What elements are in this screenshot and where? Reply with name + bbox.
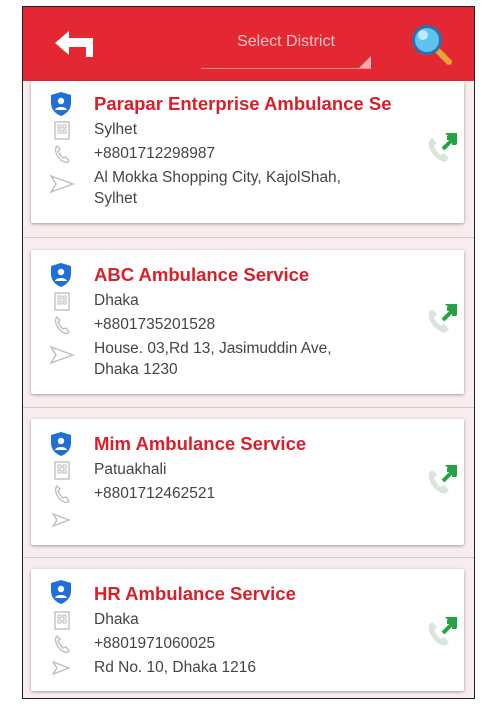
phone-text: +8801712462521: [94, 485, 216, 502]
list-divider: [23, 407, 474, 408]
dropdown-caret-icon: [359, 56, 371, 68]
phone-icon: [54, 145, 70, 164]
district-text: Sylhet: [94, 121, 138, 138]
shield-icon: [51, 432, 71, 456]
app-screen: Select District Parapar Enterprise Ambul…: [22, 6, 475, 699]
service-name: Mim Ambulance Service: [94, 433, 307, 454]
call-icon: [428, 465, 457, 494]
send-arrow-icon: [51, 512, 71, 528]
back-button[interactable]: [53, 23, 101, 63]
address-line: House. 03,Rd 13, Jasimuddin Ave,: [94, 340, 332, 357]
send-arrow-icon: [51, 660, 71, 676]
magnifier-icon: [412, 25, 452, 65]
district-text: Dhaka: [94, 292, 139, 309]
ambulance-card[interactable]: Mim Ambulance Service Patuakhali +880171…: [31, 419, 464, 545]
call-button[interactable]: [423, 611, 463, 651]
service-name: Parapar Enterprise Ambulance Se: [94, 93, 392, 114]
search-button[interactable]: [409, 22, 453, 66]
phone-icon: [54, 485, 70, 504]
address-line: Rd No. 10, Dhaka 1216: [94, 659, 256, 676]
call-icon: [428, 617, 457, 646]
call-button[interactable]: [423, 298, 463, 338]
address-line: Al Mokka Shopping City, KajolShah,: [94, 169, 341, 186]
send-arrow-icon: [49, 174, 75, 194]
address-line: Dhaka 1230: [94, 361, 178, 378]
address-line: Sylhet: [94, 190, 138, 207]
address-text: Rd No. 10, Dhaka 1216: [94, 657, 384, 678]
back-arrow-icon: [55, 31, 93, 57]
building-icon: [54, 461, 70, 480]
service-name: HR Ambulance Service: [94, 583, 296, 604]
call-button[interactable]: [423, 459, 463, 499]
building-icon: [54, 121, 70, 140]
service-name: ABC Ambulance Service: [94, 264, 310, 285]
building-icon: [54, 611, 70, 630]
list-divider: [23, 237, 474, 238]
list-divider: [23, 557, 474, 558]
district-text: Patuakhali: [94, 461, 167, 478]
shield-icon: [51, 580, 71, 604]
district-select[interactable]: Select District: [201, 25, 371, 73]
call-button[interactable]: [423, 127, 463, 167]
district-select-label: Select District: [237, 33, 335, 50]
toolbar: Select District: [23, 7, 474, 81]
building-icon: [54, 292, 70, 311]
send-arrow-icon: [49, 345, 75, 365]
phone-text: +8801735201528: [94, 316, 216, 333]
phone-icon: [54, 635, 70, 654]
call-icon: [428, 133, 457, 162]
district-text: Dhaka: [94, 611, 139, 628]
phone-icon: [54, 316, 70, 335]
call-icon: [428, 304, 457, 333]
ambulance-card[interactable]: HR Ambulance Service Dhaka +880197106002…: [31, 569, 464, 691]
phone-text: +8801712298987: [94, 145, 216, 162]
address-text: Al Mokka Shopping City, KajolShah, Sylhe…: [94, 167, 384, 209]
address-text: House. 03,Rd 13, Jasimuddin Ave, Dhaka 1…: [94, 338, 384, 380]
ambulance-card[interactable]: ABC Ambulance Service Dhaka +88017352015…: [31, 250, 464, 394]
phone-text: +8801971060025: [94, 635, 216, 652]
shield-icon: [51, 92, 71, 116]
ambulance-card[interactable]: Parapar Enterprise Ambulance Se Sylhet +…: [31, 81, 464, 223]
district-select-underline: [201, 68, 371, 69]
shield-icon: [51, 263, 71, 287]
